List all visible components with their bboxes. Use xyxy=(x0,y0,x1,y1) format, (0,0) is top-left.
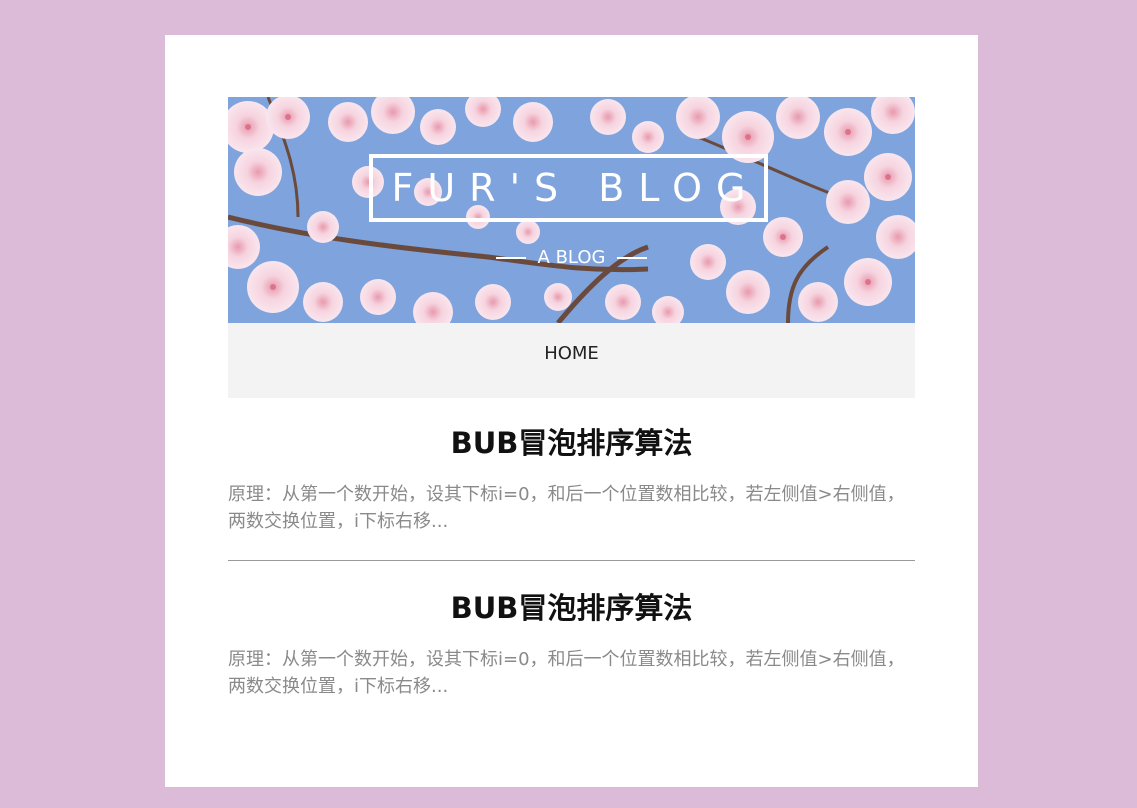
nav-item-home[interactable]: HOME xyxy=(228,343,915,364)
subtitle-text: A BLOG xyxy=(537,247,606,268)
site-subtitle: A BLOG xyxy=(228,247,915,268)
post-item: BUB冒泡排序算法 原理：从第一个数开始，设其下标i=0，和后一个位置数相比较，… xyxy=(228,588,915,700)
subtitle-dash-left xyxy=(495,257,526,259)
post-title[interactable]: BUB冒泡排序算法 xyxy=(228,423,915,463)
main-nav: HOME xyxy=(228,323,915,398)
header-banner: FUR'S BLOG A BLOG xyxy=(228,97,915,323)
post-excerpt: 原理：从第一个数开始，设其下标i=0，和后一个位置数相比较，若左侧值>右侧值，两… xyxy=(228,484,905,532)
page-card: FUR'S BLOG A BLOG HOME BUB冒泡排序算法 原理：从第一个… xyxy=(165,35,978,787)
post-item: BUB冒泡排序算法 原理：从第一个数开始，设其下标i=0，和后一个位置数相比较，… xyxy=(228,423,915,535)
site-title: FUR'S BLOG xyxy=(369,154,768,222)
post-excerpt: 原理：从第一个数开始，设其下标i=0，和后一个位置数相比较，若左侧值>右侧值，两… xyxy=(228,649,905,697)
post-divider xyxy=(228,560,915,561)
subtitle-dash-right xyxy=(617,257,648,259)
post-title[interactable]: BUB冒泡排序算法 xyxy=(228,588,915,628)
